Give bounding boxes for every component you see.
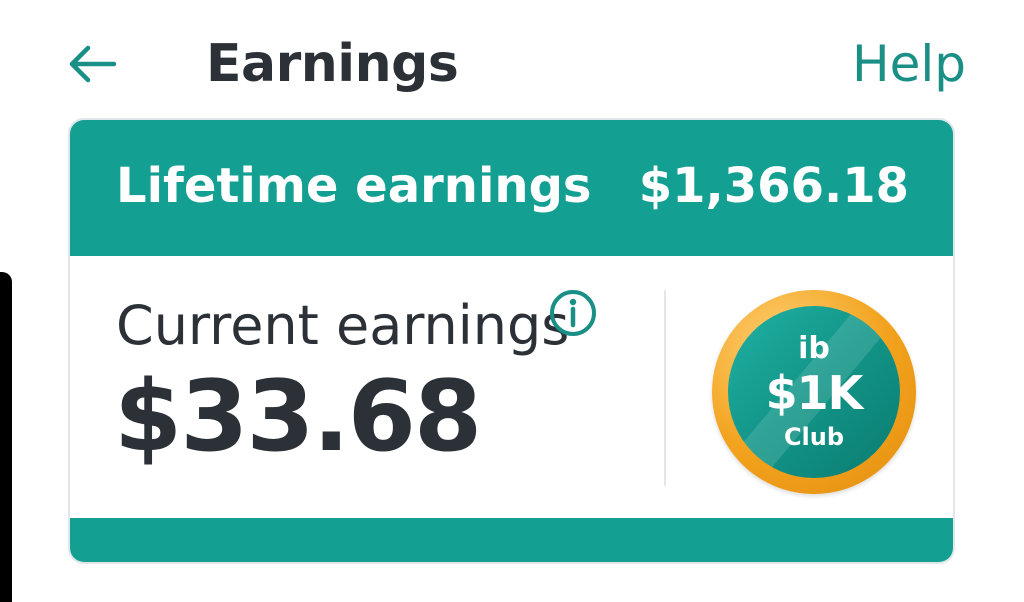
help-link[interactable]: Help <box>852 26 966 102</box>
lifetime-earnings-banner: Lifetime earnings $1,366.18 <box>70 120 953 256</box>
current-earnings-value: $33.68 <box>114 360 482 474</box>
lifetime-earnings-label: Lifetime earnings <box>116 158 592 214</box>
left-edge-bar <box>0 272 12 602</box>
badge-amount-text: $1K <box>765 366 864 420</box>
earnings-screen: Earnings Help Lifetime earnings $1,366.1… <box>0 0 1024 602</box>
arrow-left-icon <box>69 45 117 83</box>
card-footer-bar <box>70 518 953 562</box>
back-button[interactable] <box>60 34 124 94</box>
page-title: Earnings <box>206 34 459 94</box>
earnings-card: Lifetime earnings $1,366.18 Current earn… <box>68 118 955 564</box>
info-icon[interactable] <box>548 288 598 338</box>
1k-club-badge[interactable]: ib $1K Club <box>712 290 916 494</box>
badge-ib-text: ib <box>798 331 830 366</box>
lifetime-earnings-value: $1,366.18 <box>638 158 909 214</box>
badge-medallion: ib $1K Club <box>728 306 900 478</box>
current-earnings-label: Current earnings <box>116 294 570 357</box>
badge-club-text: Club <box>783 423 845 451</box>
vertical-divider <box>664 290 666 486</box>
